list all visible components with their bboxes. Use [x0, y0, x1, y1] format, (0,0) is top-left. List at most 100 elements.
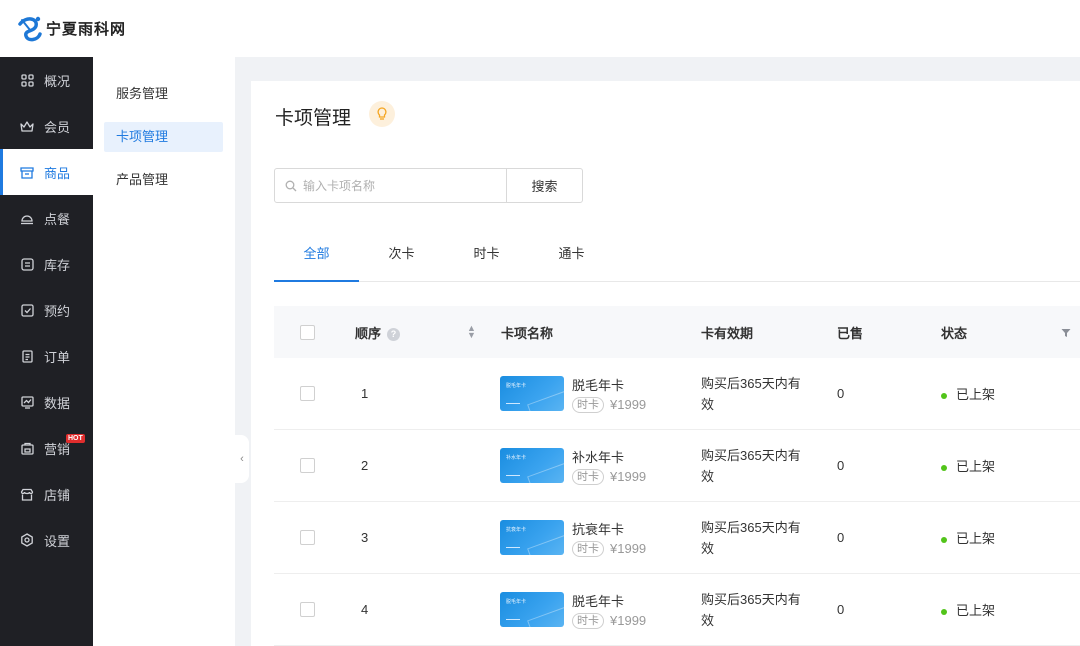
card-name[interactable]: 脱毛年卡 [572, 375, 646, 394]
card-thumbnail-label: 抗衰年卡 [506, 527, 527, 533]
card-thumbnail: 抗衰年卡 [500, 520, 564, 555]
sidebar-item-label: 点餐 [44, 211, 71, 227]
card-type-tag: 时卡 [572, 468, 604, 485]
card-thumbnail: 补水年卡 [500, 448, 564, 483]
card-name[interactable]: 补水年卡 [572, 447, 646, 466]
brand-name: 宁夏雨科网 [46, 20, 127, 38]
row-order: 1 [361, 386, 369, 401]
sidebar-item-label: 订单 [44, 349, 71, 365]
card-price: ¥1999 [610, 613, 647, 628]
card-name[interactable]: 抗衰年卡 [572, 519, 646, 538]
calendar-check-icon [20, 303, 34, 317]
card-type-tag: 时卡 [572, 612, 604, 629]
card-sold: 0 [837, 530, 845, 545]
sidebar-item-label: 预约 [44, 303, 71, 319]
inventory-icon [20, 257, 34, 271]
brand-logo-icon [18, 16, 42, 41]
card-price: ¥1999 [610, 541, 647, 556]
shop-icon [20, 487, 34, 501]
status-badge: 已上架 [941, 600, 995, 619]
sidebar-item-marketing[interactable]: 营销 HOT [0, 425, 93, 471]
row-checkbox[interactable] [300, 458, 315, 473]
sidebar-item-label: 库存 [44, 257, 71, 273]
status-badge: 已上架 [941, 528, 995, 547]
sidebar-item-overview[interactable]: 概况 [0, 57, 93, 103]
tab-time-card[interactable]: 时卡 [444, 231, 529, 281]
filter-icon[interactable] [1061, 326, 1071, 341]
submenu-item-service[interactable]: 服务管理 [104, 79, 223, 109]
tab-count-card[interactable]: 次卡 [359, 231, 444, 281]
sidebar-item-settings[interactable]: 设置 [0, 517, 93, 563]
sidebar-item-label: 店铺 [44, 487, 71, 503]
card-type-tabs: 全部 次卡 时卡 通卡 [274, 231, 1080, 282]
card-info: 抗衰年卡 时卡 ¥1999 [572, 519, 646, 557]
card-validity: 购买后365天内有效 [701, 591, 801, 628]
help-icon[interactable]: ? [387, 327, 401, 341]
search-button[interactable]: 搜索 [506, 168, 583, 203]
card-sold: 0 [837, 458, 845, 473]
sidebar-item-label: 概况 [44, 73, 71, 89]
table-row[interactable]: 1 脱毛年卡 脱毛年卡 时卡 ¥1999 购买后365天内有效 0 已上架 [274, 358, 1080, 430]
main-sidebar: 概况 会员 商品 点餐 库存 预约 订单 数据 营销 HOT 店铺 设置 [0, 57, 93, 646]
sidebar-item-orders[interactable]: 订单 [0, 333, 93, 379]
submenu-item-product[interactable]: 产品管理 [104, 165, 223, 195]
row-checkbox[interactable] [300, 386, 315, 401]
brand-logo[interactable]: 宁夏雨科网 [16, 14, 126, 44]
status-text: 已上架 [956, 459, 996, 474]
sort-icon[interactable]: ▲ ▼ [467, 324, 476, 340]
row-order: 3 [361, 530, 369, 545]
marketing-icon [20, 441, 34, 455]
select-all-checkbox[interactable] [300, 324, 315, 340]
status-badge: 已上架 [941, 456, 995, 475]
crown-icon [20, 119, 34, 133]
submenu-item-cards[interactable]: 卡项管理 [104, 122, 223, 152]
status-badge: 已上架 [941, 384, 995, 403]
card-info: 脱毛年卡 时卡 ¥1999 [572, 375, 646, 413]
table-row[interactable]: 2 补水年卡 补水年卡 时卡 ¥1999 购买后365天内有效 0 已上架 [274, 430, 1080, 502]
column-sold: 已售 [837, 325, 864, 341]
row-order: 4 [361, 602, 369, 617]
card-name[interactable]: 脱毛年卡 [572, 591, 646, 610]
column-status: 状态 [941, 325, 968, 341]
sub-menu: 服务管理 卡项管理 产品管理 [93, 57, 235, 646]
dish-icon [20, 211, 34, 225]
sidebar-item-booking[interactable]: 预约 [0, 287, 93, 333]
sidebar-item-label: 设置 [44, 533, 71, 549]
card-info: 脱毛年卡 时卡 ¥1999 [572, 591, 646, 629]
sidebar-item-members[interactable]: 会员 [0, 103, 93, 149]
column-order: 顺序? [355, 323, 401, 342]
chevron-left-icon: ‹ [240, 453, 244, 465]
status-dot-icon [941, 392, 947, 399]
table-header: 顺序? ▲ ▼ 卡项名称 卡有效期 已售 状态 [274, 306, 1080, 358]
grid-icon [20, 73, 34, 87]
card-price: ¥1999 [610, 469, 647, 484]
sidebar-item-inventory[interactable]: 库存 [0, 241, 93, 287]
chart-icon [20, 395, 34, 409]
settings-icon [20, 533, 34, 547]
card-info: 补水年卡 时卡 ¥1999 [572, 447, 646, 485]
tip-button[interactable] [369, 101, 395, 127]
search-input[interactable] [303, 178, 493, 193]
sidebar-item-products[interactable]: 商品 [0, 149, 93, 195]
status-dot-icon [941, 608, 947, 615]
table-row[interactable]: 4 脱毛年卡 脱毛年卡 时卡 ¥1999 购买后365天内有效 0 已上架 [274, 574, 1080, 646]
sidebar-item-shop[interactable]: 店铺 [0, 471, 93, 517]
row-checkbox[interactable] [300, 530, 315, 545]
card-validity: 购买后365天内有效 [701, 375, 801, 412]
sidebar-item-data[interactable]: 数据 [0, 379, 93, 425]
card-thumbnail-label: 补水年卡 [506, 455, 527, 461]
tab-all[interactable]: 全部 [274, 231, 359, 282]
status-text: 已上架 [956, 531, 996, 546]
top-header: 宁夏雨科网 [0, 0, 1080, 57]
table-row[interactable]: 3 抗衰年卡 抗衰年卡 时卡 ¥1999 购买后365天内有效 0 已上架 [274, 502, 1080, 574]
card-sold: 0 [837, 386, 845, 401]
sidebar-item-ordering[interactable]: 点餐 [0, 195, 93, 241]
card-sold: 0 [837, 602, 845, 617]
card-thumbnail-label: 脱毛年卡 [506, 599, 527, 605]
card-type-tag: 时卡 [572, 540, 604, 557]
main-content: 卡项管理 搜索 全部 次卡 时卡 通卡 顺序? ▲▼ 卡项名称 卡有效期 已售 … [251, 81, 1080, 646]
collapse-submenu-button[interactable]: ‹ [235, 435, 249, 483]
search-field [274, 168, 507, 203]
row-checkbox[interactable] [300, 602, 315, 617]
tab-general-card[interactable]: 通卡 [529, 231, 614, 281]
